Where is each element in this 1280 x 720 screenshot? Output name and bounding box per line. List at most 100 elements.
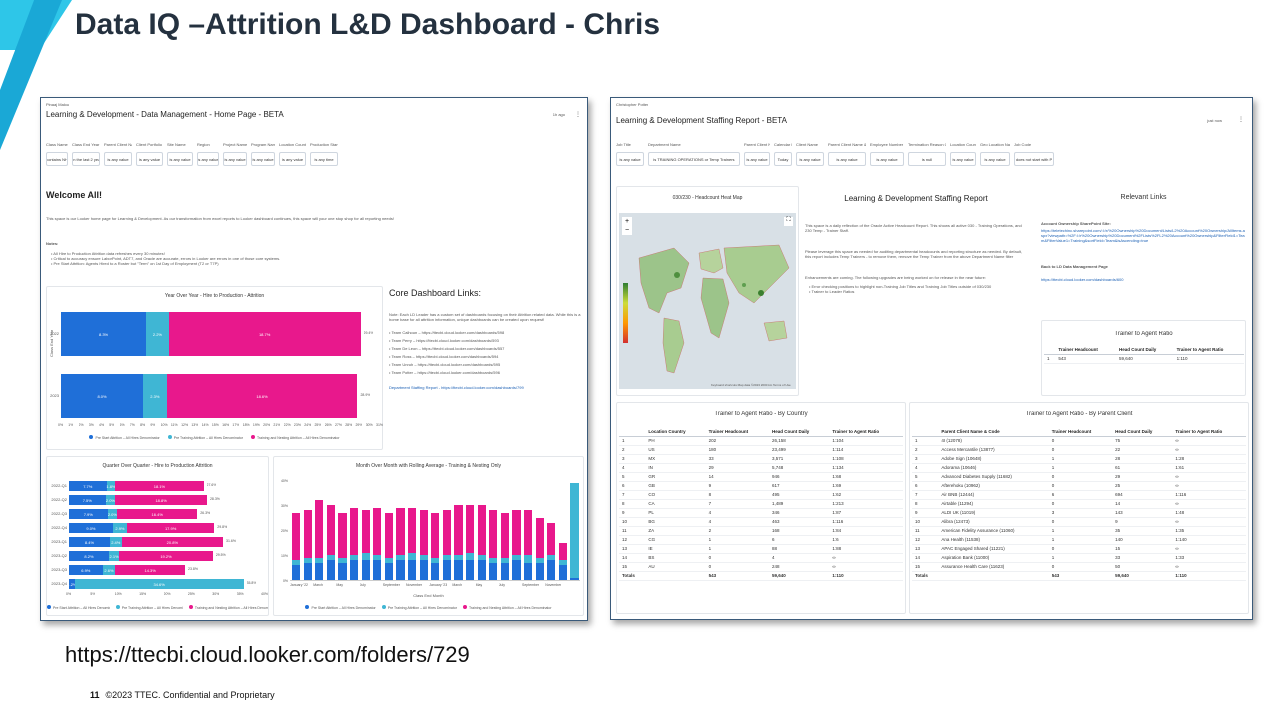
filter-control[interactable]: Location Country is any value: [279, 142, 306, 166]
filter-value[interactable]: is any time: [310, 152, 338, 166]
filter-control[interactable]: Termination Reason Code is null: [908, 142, 946, 166]
core-link-item[interactable]: • Team Perry – https://ttecbi.cloud.look…: [389, 338, 584, 343]
table-row[interactable]: 3 MX 33 3,571 1:108: [619, 454, 903, 464]
filter-control[interactable]: Parent Client Name & Code is any value: [828, 142, 866, 166]
table-row[interactable]: 2 Access Mercantile (13877) 0 22 ∞: [912, 445, 1246, 455]
core-link-item[interactable]: • Team Unruh – https://ttecbi.cloud.look…: [389, 362, 584, 367]
table-row[interactable]: 7 CO 8 495 1:62: [619, 490, 903, 500]
menu-icon[interactable]: ⋮: [575, 111, 581, 118]
table-row[interactable]: 11 ZA 2 168 1:84: [619, 526, 903, 536]
filter-control[interactable]: Location Country is any value: [950, 142, 976, 166]
sharepoint-link[interactable]: https://teletechinc.sharepoint.com/:l:/r…: [1041, 228, 1246, 258]
filter-value[interactable]: is any value: [870, 152, 904, 166]
table-row[interactable]: 6 GB 9 617 1:69: [619, 481, 903, 491]
table-row[interactable]: 9 PL 4 346 1:87: [619, 508, 903, 518]
table-row[interactable]: 12 CG 1 6 1:6: [619, 535, 903, 545]
filter-value[interactable]: is any value: [828, 152, 866, 166]
filter-control[interactable]: Job Title is any value: [616, 142, 644, 166]
filter-value[interactable]: does not start with P: [1014, 152, 1054, 166]
filter-value[interactable]: is any value: [980, 152, 1010, 166]
table-row[interactable]: 14 BS 0 4 ∞: [619, 553, 903, 563]
table-row[interactable]: 7 Air BNB (12444) 6 694 1:116: [912, 490, 1246, 500]
filter-value[interactable]: is in the last 2 years: [72, 152, 100, 166]
table-row[interactable]: 8 Airtable (11294) 0 14 ∞: [912, 499, 1246, 509]
table-row[interactable]: 9 ALDI UK (11019) 3 143 1:48: [912, 508, 1246, 518]
table-row[interactable]: 14 Aspiration Bank (11000) 1 33 1:33: [912, 553, 1246, 563]
table-row[interactable]: 5 Advanced Diabetes Supply (11682) 0 29 ∞: [912, 472, 1246, 482]
filter-value[interactable]: is any value: [616, 152, 644, 166]
table-cell: 2: [705, 526, 770, 536]
filter-value[interactable]: is any value: [950, 152, 976, 166]
filter-control[interactable]: Project Name is any value: [223, 142, 247, 166]
table-row[interactable]: 10 BG 4 463 1:116: [619, 517, 903, 527]
core-link-item[interactable]: • Team Ross – https://ttecbi.cloud.looke…: [389, 354, 584, 359]
mom-bar-segment: [535, 557, 544, 563]
table-row[interactable]: 13 IE 1 88 1:88: [619, 544, 903, 554]
folder-url[interactable]: https://ttecbi.cloud.looker.com/folders/…: [65, 642, 470, 668]
filter-control[interactable]: Client Name is any value: [796, 142, 824, 166]
back-link[interactable]: https://ttecbi.cloud.looker.com/dashboar…: [1041, 277, 1246, 282]
filter-control[interactable]: Geo Location Name is any value: [980, 142, 1010, 166]
filter-control[interactable]: Parent Client Name is any value: [104, 142, 132, 166]
filter-value[interactable]: is any value: [167, 152, 193, 166]
filter-value[interactable]: is any value: [197, 152, 219, 166]
table-row[interactable]: 4 Adorama (10646) 1 61 1:61: [912, 463, 1246, 473]
yoy-plot: 2022 8.3% 2.2% 18.7% 29.4% 2023 8.0% 2.3% 18.6% 2…: [50, 312, 379, 422]
bar-row: 2023-Q1 8.4% 2.4% 20.8% 31.6%: [51, 537, 264, 547]
fullscreen-icon[interactable]: ⛶: [784, 217, 793, 226]
world-map[interactable]: + − ⛶ Keyboard shortcuts Map data ©2023 2…: [619, 213, 796, 389]
filter-value[interactable]: is any value: [251, 152, 275, 166]
filter-value[interactable]: is any value: [104, 152, 132, 166]
filter-control[interactable]: Client Portfolio is any value: [136, 142, 163, 166]
filter-control[interactable]: Site Name is any value: [167, 142, 193, 166]
table-row[interactable]: 15 AU 0 248 ∞: [619, 562, 903, 572]
table-row[interactable]: 13 APAC Engaged Shared (11221) 0 15 ∞: [912, 544, 1246, 554]
table-cell: 1:62: [829, 490, 903, 500]
legend-item: Pre Training Attrition – All Hires Denom…: [167, 435, 243, 440]
table-header: Location Country: [645, 427, 706, 437]
filter-control[interactable]: Region is any value: [197, 142, 219, 166]
filter-control[interactable]: Production Start Date is any time: [310, 142, 338, 166]
bar-segment: 7.7%: [69, 481, 107, 491]
table-row[interactable]: 10 Alibra (12473) 0 9 ∞: [912, 517, 1246, 527]
table-row[interactable]: 12 Ana Health (11538) 1 140 1:140: [912, 535, 1246, 545]
table-row[interactable]: 5 GR 14 946 1:68: [619, 472, 903, 482]
filter-value[interactable]: is any value: [223, 152, 247, 166]
table-total-cell: 543: [1048, 571, 1113, 581]
filter-control[interactable]: Job Code does not start with P: [1014, 142, 1054, 166]
menu-icon[interactable]: ⋮: [1238, 116, 1244, 123]
table-row[interactable]: 15 Assurance Health Care (11623) 0 50 ∞: [912, 562, 1246, 572]
filter-value[interactable]: is any value: [136, 152, 163, 166]
staffing-report-link[interactable]: Department Staffing Report - https://tte…: [389, 385, 584, 390]
table-row[interactable]: 8 CA 7 1,489 1:213: [619, 499, 903, 509]
filter-control[interactable]: Program Name is any value: [251, 142, 275, 166]
filter-value[interactable]: is any value: [279, 152, 306, 166]
map-zoom-controls[interactable]: + −: [622, 217, 632, 235]
table-row[interactable]: 2 US 180 23,499 1:114: [619, 445, 903, 455]
filter-control[interactable]: Department Name is TRAINING OPERATIONS or…: [648, 142, 740, 166]
filter-value[interactable]: is TRAINING OPERATIONS or Temp Trainers: [648, 152, 740, 166]
mom-bar-segment: [570, 577, 579, 580]
axis-tick: 21%: [273, 423, 281, 427]
filter-control[interactable]: Calendar Date Today: [774, 142, 792, 166]
bar-segment: 2.3%: [143, 374, 167, 418]
table-row[interactable]: 1 4I (12078) 0 75 ∞: [912, 436, 1246, 446]
table-row[interactable]: 6 Afterehoku (10962) 0 25 ∞: [912, 481, 1246, 491]
filter-control[interactable]: Parent Client Name is any value: [744, 142, 770, 166]
table-row[interactable]: 11 American Fidelity Assurance (11060) 1 35…: [912, 526, 1246, 536]
core-link-item[interactable]: • Team Potter – https://ttecbi.cloud.loo…: [389, 370, 584, 375]
table-row[interactable]: 4 IN 29 5,748 1:134: [619, 463, 903, 473]
filter-value[interactable]: is any value: [744, 152, 770, 166]
filter-value[interactable]: Today: [774, 152, 792, 166]
core-link-item[interactable]: • Team De Leon – https://ttecbi.cloud.lo…: [389, 346, 584, 351]
filter-value[interactable]: is null: [908, 152, 946, 166]
filter-value[interactable]: contains NH: [46, 152, 68, 166]
filter-control[interactable]: Employee Number is any value: [870, 142, 904, 166]
table-row[interactable]: 3 Adobe Sign (10648) 1 28 1:28: [912, 454, 1246, 464]
core-link-item[interactable]: • Team Calhoun – https://ttecbi.cloud.lo…: [389, 330, 584, 335]
table-cell: 3,571: [769, 454, 830, 464]
filter-value[interactable]: is any value: [796, 152, 824, 166]
filter-control[interactable]: Class End Year is in the last 2 years: [72, 142, 100, 166]
filter-control[interactable]: Class Name contains NH: [46, 142, 68, 166]
table-row[interactable]: 1 PH 202 26,158 1:104: [619, 436, 903, 446]
